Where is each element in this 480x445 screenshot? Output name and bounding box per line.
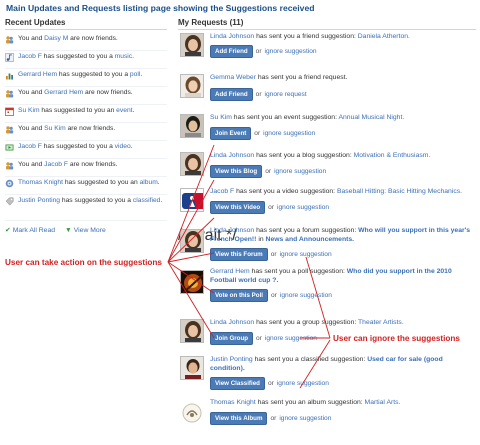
object-link[interactable]: event xyxy=(116,107,132,114)
join-event-button[interactable]: Join Event xyxy=(210,127,252,140)
user-link[interactable]: Gerrard Hem xyxy=(44,89,83,96)
sender-link[interactable]: Linda Johnson xyxy=(210,152,254,159)
sender-link[interactable]: Su Kim xyxy=(210,114,232,121)
add-friend-button[interactable]: Add Friend xyxy=(210,88,253,101)
friends-icon xyxy=(5,35,14,44)
ignore-suggestion-link[interactable]: ignore suggestion xyxy=(277,380,329,387)
subject-link[interactable]: Daniela Atherton. xyxy=(358,33,410,40)
list-item: Justin Ponting has suggested to you a cl… xyxy=(5,195,167,221)
friends-icon xyxy=(5,161,14,170)
music-icon xyxy=(5,53,14,62)
event-icon xyxy=(5,107,14,116)
view-blog-button[interactable]: View this Blog xyxy=(210,165,263,178)
checkmark-icon: ✔ xyxy=(5,227,11,234)
join-group-button[interactable]: Join Group xyxy=(210,332,253,345)
sender-link[interactable]: Linda Johnson xyxy=(210,33,254,40)
avatar[interactable] xyxy=(180,270,204,294)
user-link[interactable]: Su Kim xyxy=(44,125,66,132)
ignore-annotation: User can ignore the suggestions xyxy=(333,334,460,343)
avatar[interactable] xyxy=(180,229,204,253)
sender-link[interactable]: Thomas Knight xyxy=(210,399,256,406)
user-link[interactable]: Jacob F xyxy=(18,53,42,60)
view-classified-button[interactable]: View Classified xyxy=(210,377,265,390)
subject-link[interactable]: Motivation & Enthusiasm. xyxy=(354,152,431,159)
album-icon xyxy=(5,179,14,188)
object-link[interactable]: album xyxy=(140,179,158,186)
sender-link[interactable]: Gerrard Hem xyxy=(210,268,250,275)
subject-link[interactable]: Theater Artists. xyxy=(358,319,404,326)
arrow-line xyxy=(167,252,215,263)
object-link[interactable]: poll xyxy=(130,71,140,78)
ignore-suggestion-link[interactable]: ignore suggestion xyxy=(265,335,317,342)
sender-link[interactable]: Linda Johnson xyxy=(210,319,254,326)
mlb-logo-icon[interactable] xyxy=(180,188,204,212)
list-item: Gerrard Hem has suggested to you a poll. xyxy=(5,69,167,87)
friends-icon xyxy=(5,89,14,98)
vote-poll-button[interactable]: Vote on this Poll xyxy=(210,289,269,302)
user-link[interactable]: Jacob F xyxy=(18,143,42,150)
avatar[interactable] xyxy=(180,319,204,343)
view-more-link[interactable]: ▼ View More xyxy=(65,226,106,234)
list-item: Su Kim has suggested to you an event. xyxy=(5,105,167,123)
album-logo-icon[interactable] xyxy=(180,401,204,425)
user-link[interactable]: Jacob F xyxy=(44,161,68,168)
avatar[interactable] xyxy=(180,74,204,98)
recent-updates-panel: Recent Updates You and Daisy M are now f… xyxy=(5,18,167,234)
ignore-suggestion-link[interactable]: ignore suggestion xyxy=(280,292,332,299)
list-item: You and Jacob F are now friends. xyxy=(5,159,167,177)
request-item: Linda Johnson has sent you a forum sugge… xyxy=(178,227,476,253)
avatar[interactable] xyxy=(180,114,204,138)
forum-actions: View this Forum or ignore suggestion xyxy=(210,248,332,261)
avatar[interactable] xyxy=(180,33,204,57)
list-item: Jacob F has suggested to you a video. xyxy=(5,141,167,159)
recent-updates-heading: Recent Updates xyxy=(5,18,167,30)
sender-link[interactable]: Jacob F xyxy=(210,188,234,195)
my-requests-heading: My Requests (11) xyxy=(178,18,476,30)
mark-all-read-link[interactable]: ✔ Mark All Read xyxy=(5,226,55,235)
ignore-suggestion-link[interactable]: ignore suggestion xyxy=(280,251,332,258)
ignore-suggestion-link[interactable]: ignore suggestion xyxy=(279,415,331,422)
page-title: Main Updates and Requests listing page s… xyxy=(6,3,315,13)
take-action-annotation: User can take action on the suggestions xyxy=(5,258,162,267)
user-link[interactable]: Thomas Knight xyxy=(18,179,63,186)
ignore-request-link[interactable]: ignore request xyxy=(265,91,307,98)
my-requests-panel: My Requests (11) Linda Johnson has sent … xyxy=(178,18,476,425)
user-link[interactable]: Su Kim xyxy=(18,107,40,114)
recent-updates-footer: ✔ Mark All Read ▼ View More xyxy=(5,226,167,235)
user-link[interactable]: Justin Ponting xyxy=(18,197,60,204)
view-video-button[interactable]: View this Video xyxy=(210,201,266,214)
list-item: Jacob F has suggested to you a music. xyxy=(5,51,167,69)
poll-icon xyxy=(5,71,14,80)
list-item: You and Su Kim are now friends. xyxy=(5,123,167,141)
friends-icon xyxy=(5,125,14,134)
ignore-suggestion-link[interactable]: ignore suggestion xyxy=(265,48,317,55)
classified-icon xyxy=(5,197,14,206)
ignore-suggestion-link[interactable]: ignore suggestion xyxy=(277,204,329,211)
subject-link[interactable]: Martial Arts. xyxy=(365,399,401,406)
view-forum-button[interactable]: View this Forum xyxy=(210,248,268,261)
sender-link[interactable]: Linda Johnson xyxy=(210,227,254,234)
list-item: You and Gerrard Hem are now friends. xyxy=(5,87,167,105)
list-item: You and Daisy M are now friends. xyxy=(5,33,167,51)
view-album-button[interactable]: View this Album xyxy=(210,412,268,425)
subject-link[interactable]: Baseball Hitting: Basic Hitting Mechanic… xyxy=(337,188,462,195)
sender-link[interactable]: Gemma Weber xyxy=(210,74,256,81)
avatar[interactable] xyxy=(180,152,204,176)
ignore-suggestion-link[interactable]: ignore suggestion xyxy=(263,130,315,137)
list-item: Thomas Knight has suggested to you an al… xyxy=(5,177,167,195)
subject-link[interactable]: Annual Musical Night. xyxy=(338,114,404,121)
video-icon xyxy=(5,143,14,152)
object-link[interactable]: music xyxy=(115,53,132,60)
user-link[interactable]: Gerrard Hem xyxy=(18,71,57,78)
sender-link[interactable]: Justin Ponting xyxy=(210,356,253,363)
ignore-suggestion-link[interactable]: ignore suggestion xyxy=(274,168,326,175)
object-link[interactable]: classified xyxy=(133,197,161,204)
user-link[interactable]: Daisy M xyxy=(44,35,68,42)
forum-link[interactable]: News and Announcements. xyxy=(266,236,355,243)
avatar[interactable] xyxy=(180,356,204,380)
object-link[interactable]: video xyxy=(115,143,131,150)
add-friend-button[interactable]: Add Friend xyxy=(210,45,253,58)
arrow-down-icon: ▼ xyxy=(65,226,72,234)
